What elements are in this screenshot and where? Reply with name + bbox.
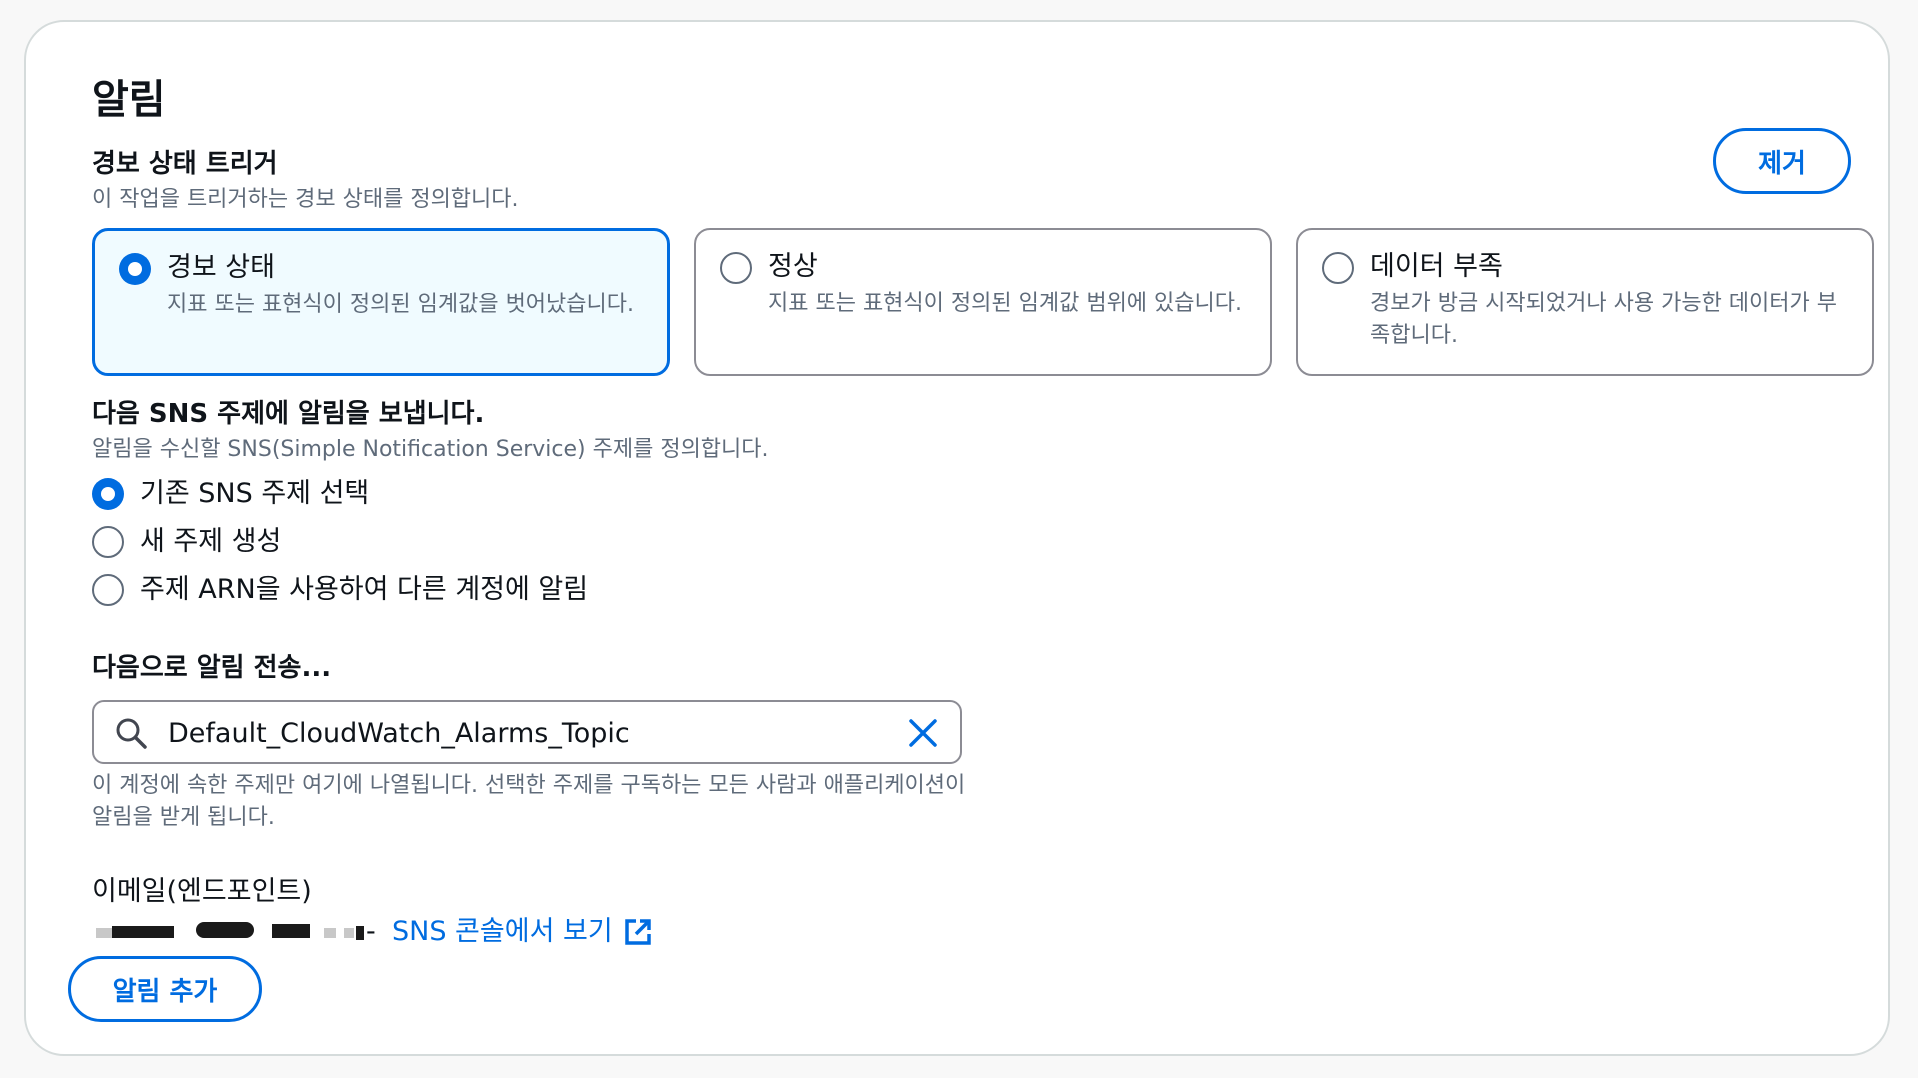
trigger-option-ok[interactable]: 정상 지표 또는 표현식이 정의된 임계값 범위에 있습니다. — [694, 228, 1272, 376]
notification-panel: 알림 경보 상태 트리거 이 작업을 트리거하는 경보 상태를 정의합니다. 제… — [24, 20, 1890, 1056]
sns-console-link[interactable]: SNS 콘솔에서 보기 — [392, 914, 653, 950]
external-link-icon — [624, 919, 651, 945]
trigger-heading: 경보 상태 트리거 — [92, 149, 278, 179]
sns-option-new[interactable]: 새 주제 생성 — [92, 524, 281, 560]
radio-topic-arn[interactable] — [92, 574, 124, 606]
trigger-option-alarm[interactable]: 경보 상태 지표 또는 표현식이 정의된 임계값을 벗어났습니다. — [92, 228, 670, 376]
sns-console-link-text: SNS 콘솔에서 보기 — [392, 916, 613, 947]
trigger-option-label: 정상 — [768, 251, 818, 282]
trigger-option-description: 지표 또는 표현식이 정의된 임계값 범위에 있습니다. — [768, 291, 1242, 316]
panel-title: 알림 — [92, 77, 166, 123]
search-icon — [116, 718, 147, 749]
add-notification-button[interactable]: 알림 추가 — [68, 956, 262, 1022]
trigger-option-insufficient-data[interactable]: 데이터 부족 경보가 방금 시작되었거나 사용 가능한 데이터가 부족합니다. — [1296, 228, 1874, 376]
trigger-description: 이 작업을 트리거하는 경보 상태를 정의합니다. — [92, 187, 519, 212]
endpoint-separator: - — [366, 916, 376, 947]
radio-ok[interactable] — [720, 252, 752, 284]
radio-new-topic[interactable] — [92, 526, 124, 558]
sns-option-arn[interactable]: 주제 ARN을 사용하여 다른 계정에 알림 — [92, 572, 588, 608]
send-to-hint: 이 계정에 속한 주제만 여기에 나열됩니다. 선택한 주제를 구독하는 모든 … — [92, 773, 966, 830]
topic-search-input[interactable] — [166, 710, 870, 756]
endpoint-label: 이메일(엔드포인트) — [92, 876, 312, 907]
radio-alarm[interactable] — [119, 253, 151, 285]
sns-option-label: 주제 ARN을 사용하여 다른 계정에 알림 — [140, 574, 589, 605]
sns-description: 알림을 수신할 SNS(Simple Notification Service)… — [92, 437, 769, 462]
sns-option-label: 새 주제 생성 — [140, 526, 282, 557]
redacted-email — [92, 916, 372, 946]
remove-button[interactable]: 제거 — [1713, 128, 1851, 194]
send-to-label: 다음으로 알림 전송... — [92, 653, 332, 683]
radio-existing-topic[interactable] — [92, 478, 124, 510]
trigger-option-description: 경보가 방금 시작되었거나 사용 가능한 데이터가 부족합니다. — [1370, 291, 1838, 348]
topic-search-field[interactable] — [92, 700, 962, 764]
sns-heading: 다음 SNS 주제에 알림을 보냅니다. — [92, 399, 485, 429]
sns-option-label: 기존 SNS 주제 선택 — [140, 478, 370, 509]
radio-insufficient-data[interactable] — [1322, 252, 1354, 284]
trigger-option-label: 데이터 부족 — [1370, 251, 1503, 282]
clear-icon[interactable] — [906, 716, 940, 750]
trigger-option-description: 지표 또는 표현식이 정의된 임계값을 벗어났습니다. — [167, 292, 635, 317]
sns-option-existing[interactable]: 기존 SNS 주제 선택 — [92, 476, 369, 512]
trigger-option-label: 경보 상태 — [167, 252, 275, 283]
